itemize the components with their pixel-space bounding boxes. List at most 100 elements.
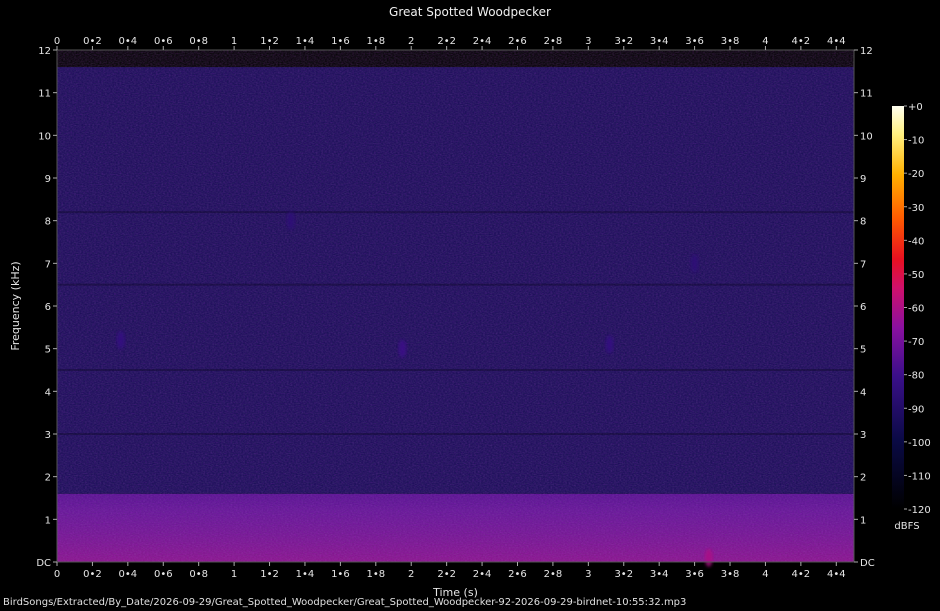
- colorbar-tick-label: -10: [908, 136, 924, 147]
- x-tick-label: 4•2: [792, 36, 811, 47]
- colorbar-tick-label: -120: [908, 505, 931, 516]
- colorbar-label: dBFS: [894, 521, 919, 532]
- sound-event: [690, 254, 699, 273]
- y-tick-label: 6: [45, 302, 51, 313]
- y-tick-label: 7: [45, 259, 51, 270]
- x-tick-label: 1•2: [260, 36, 279, 47]
- noise-streak: [57, 369, 854, 371]
- colorbar-tick-label: -20: [908, 169, 924, 180]
- x-tick-label: 3•2: [614, 569, 633, 580]
- y-tick-label: 1: [860, 515, 866, 526]
- file-path: BirdSongs/Extracted/By_Date/2026-09-29/G…: [3, 597, 687, 608]
- x-tick-label: 2•2: [437, 36, 456, 47]
- y-tick-label: 8: [860, 217, 866, 228]
- x-tick-label: 0•6: [154, 569, 173, 580]
- sound-event: [116, 331, 125, 350]
- sound-event: [398, 339, 407, 358]
- y-tick-label: DC: [36, 558, 51, 569]
- x-tick-label: 1•6: [331, 36, 350, 47]
- y-tick-label: 8: [45, 217, 51, 228]
- x-tick-label: 2•4: [473, 569, 492, 580]
- colorbar-ticks: +0 -10 -20 -30 -40 -50 -60 -70 -80 -90 -100 -110 -12…: [904, 102, 931, 516]
- y-tick-label: 9: [860, 174, 866, 185]
- x-tick-label: 0•2: [83, 36, 102, 47]
- x-tick-label: 3•4: [650, 36, 669, 47]
- x-tick-label: 3: [585, 36, 591, 47]
- y-tick-label: 4: [45, 387, 51, 398]
- x-tick-label: 1•4: [296, 36, 315, 47]
- x-tick-label: 2: [408, 36, 414, 47]
- y-axis-left: DC123456789101112: [36, 46, 57, 569]
- y-tick-label: 10: [860, 131, 873, 142]
- x-tick-label: 1•8: [366, 569, 385, 580]
- y-tick-label: 3: [45, 430, 51, 441]
- noise-streak: [57, 283, 854, 286]
- colorbar-tick-label: -100: [908, 438, 931, 449]
- sound-event: [704, 548, 713, 567]
- y-tick-label: 5: [45, 345, 51, 356]
- y-tick-label: 1: [45, 515, 51, 526]
- y-tick-label: 3: [860, 430, 866, 441]
- colorbar-tick-label: -40: [908, 236, 924, 247]
- x-axis-bottom: 0 0•2 0•4 0•6 0•8 1 1•2 1•4 1•6 1•8 2 2•2 2•4 2•6 2•8 3…: [54, 562, 846, 580]
- x-tick-label: 0•6: [154, 36, 173, 47]
- y-tick-label: 9: [45, 174, 51, 185]
- x-tick-label: 0: [54, 36, 60, 47]
- y-tick-label: 5: [860, 345, 866, 356]
- y-tick-label: 2: [45, 473, 51, 484]
- y-tick-label: 12: [38, 46, 51, 57]
- y-tick-label: 7: [860, 259, 866, 270]
- x-axis-top: 0 0•2 0•4 0•6 0•8 1 1•2 1•4 1•6 1•8 2 2•2 2•4 2•6 2•8 3…: [54, 36, 846, 50]
- noise-texture: [57, 50, 854, 562]
- x-tick-label: 0•8: [189, 36, 208, 47]
- x-tick-label: 3•4: [650, 569, 669, 580]
- x-tick-label: 2•6: [508, 36, 527, 47]
- y-tick-label: DC: [860, 558, 875, 569]
- y-tick-label: 11: [860, 89, 873, 100]
- x-tick-label: 4•2: [792, 569, 811, 580]
- x-tick-label: 2•8: [544, 569, 563, 580]
- y-tick-label: 12: [860, 46, 873, 57]
- sound-event: [286, 211, 295, 230]
- x-tick-label: 0•8: [189, 569, 208, 580]
- x-tick-label: 0: [54, 569, 60, 580]
- colorbar-tick-label: -50: [908, 270, 924, 281]
- x-tick-label: 4: [762, 36, 768, 47]
- x-tick-label: 2•2: [437, 569, 456, 580]
- x-tick-label: 1: [231, 569, 237, 580]
- x-tick-label: 2: [408, 569, 414, 580]
- x-tick-label: 3•6: [685, 36, 704, 47]
- y-tick-label: 11: [38, 89, 51, 100]
- x-tick-label: 3•6: [685, 569, 704, 580]
- colorbar-tick-label: +0: [908, 102, 923, 113]
- colorbar-tick-label: -60: [908, 304, 924, 315]
- noise-streak: [57, 433, 854, 435]
- x-tick-label: 4: [762, 569, 768, 580]
- x-tick-label: 1: [231, 36, 237, 47]
- colorbar-tick-label: -30: [908, 203, 924, 214]
- x-tick-label: 3: [585, 569, 591, 580]
- spectrogram-chart: 0 0•2 0•4 0•6 0•8 1 1•2 1•4 1•6 1•8 2 2•2 2•4 2•6 2•8 3…: [9, 36, 931, 599]
- x-tick-label: 1•8: [366, 36, 385, 47]
- x-tick-label: 2•8: [544, 36, 563, 47]
- x-tick-label: 0•4: [119, 569, 138, 580]
- sound-event: [605, 335, 614, 354]
- x-tick-label: 1•2: [260, 569, 279, 580]
- y-axis-right: DC123456789101112: [854, 46, 875, 569]
- x-tick-label: 3•2: [614, 36, 633, 47]
- x-tick-label: 1•6: [331, 569, 350, 580]
- noise-streak: [57, 211, 854, 214]
- x-tick-label: 4•4: [827, 36, 846, 47]
- x-tick-label: 1•4: [296, 569, 315, 580]
- x-tick-label: 2•6: [508, 569, 527, 580]
- x-tick-label: 3•8: [721, 569, 740, 580]
- y-axis-label: Frequency (kHz): [9, 261, 22, 350]
- colorbar-tick-label: -110: [908, 471, 931, 482]
- x-tick-label: 2•4: [473, 36, 492, 47]
- x-tick-label: 0•4: [119, 36, 138, 47]
- colorbar-tick-label: -70: [908, 337, 924, 348]
- x-tick-label: 0•2: [83, 569, 102, 580]
- x-tick-label: 4•4: [827, 569, 846, 580]
- colorbar-tick-label: -90: [908, 404, 924, 415]
- y-tick-label: 6: [860, 302, 866, 313]
